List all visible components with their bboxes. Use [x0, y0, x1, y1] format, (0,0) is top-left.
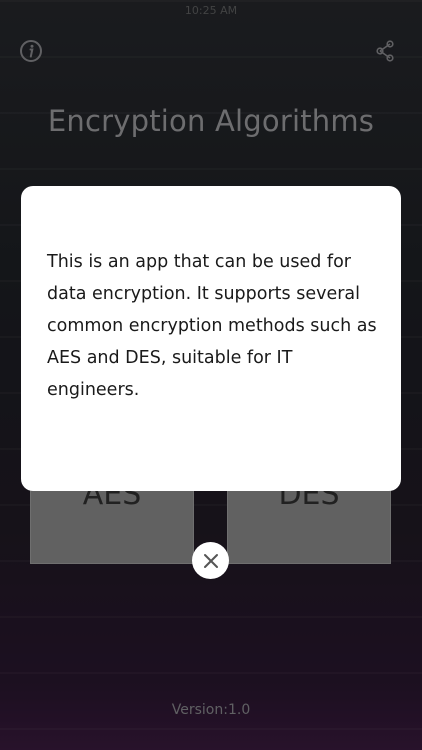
- about-dialog: This is an app that can be used for data…: [21, 186, 401, 491]
- close-button[interactable]: [192, 542, 229, 579]
- close-icon: [203, 553, 218, 568]
- about-message: This is an app that can be used for data…: [47, 252, 377, 400]
